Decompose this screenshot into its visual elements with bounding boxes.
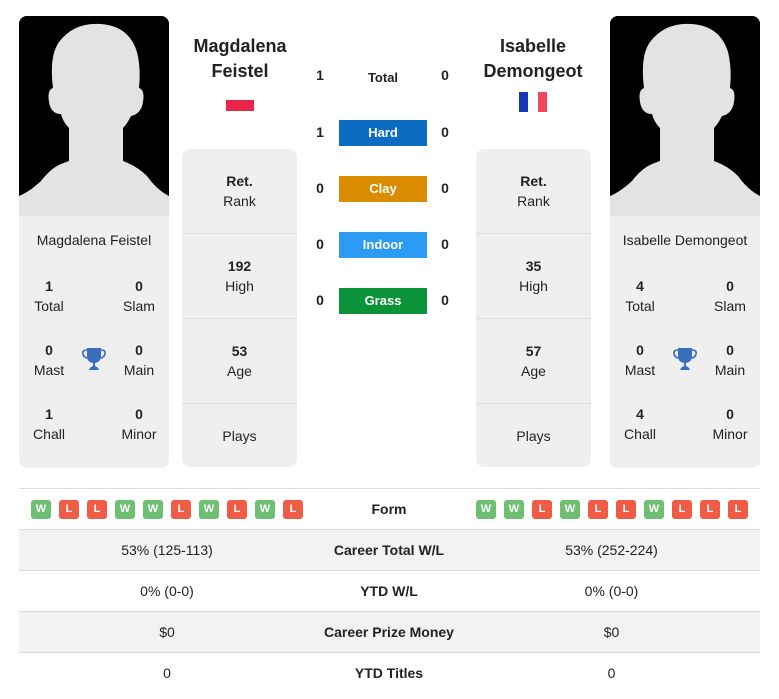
- h2h-total-right: 0: [441, 67, 449, 83]
- form-win-badge[interactable]: W: [199, 500, 219, 519]
- form-loss-badge[interactable]: L: [59, 500, 79, 519]
- player1-name[interactable]: Magdalena Feistel: [175, 34, 305, 84]
- table-row: $0 Career Prize Money $0: [19, 611, 760, 652]
- table-row: 0% (0-0) YTD W/L 0% (0-0): [19, 570, 760, 611]
- form-win-badge[interactable]: W: [255, 500, 275, 519]
- form-win-badge[interactable]: W: [115, 500, 135, 519]
- h2h-total-row: 1 Total 0: [305, 63, 465, 89]
- h2h-grass-right: 0: [441, 292, 449, 308]
- form-loss-badge[interactable]: L: [588, 500, 608, 519]
- player1-career-wl: 53% (125-113): [121, 542, 213, 558]
- h2h-hard-right: 0: [441, 124, 449, 140]
- h2h-hard-row: 1 Hard 0: [305, 120, 465, 146]
- player2-slam-titles: 0 Slam: [714, 278, 746, 314]
- form-loss-badge[interactable]: L: [171, 500, 191, 519]
- player2-mast-titles: 0 Mast: [624, 342, 656, 378]
- player2-titles: Isabelle Demongeot 4 Total 0 Slam 0 Mast…: [610, 216, 760, 468]
- silhouette-icon: [610, 16, 760, 216]
- player1-ytd-wl: 0% (0-0): [140, 583, 194, 599]
- h2h-clay-left: 0: [316, 180, 324, 196]
- player2-rank-card: Ret. Rank 35 High 57 Age Plays: [476, 149, 591, 467]
- form-loss-badge[interactable]: L: [728, 500, 748, 519]
- poland-flag-icon: [226, 100, 254, 111]
- player2-card: Isabelle Demongeot 4 Total 0 Slam 0 Mast…: [610, 16, 760, 468]
- form-loss-badge[interactable]: L: [672, 500, 692, 519]
- player2-rank: Ret. Rank: [476, 149, 591, 234]
- comparison-table: WLLWWLWLWL Form WWLWLLWLLL 53% (125-113)…: [19, 488, 760, 693]
- player1-plays: Plays: [222, 428, 257, 444]
- form-loss-badge[interactable]: L: [283, 500, 303, 519]
- h2h-hard-left: 1: [316, 124, 324, 140]
- h2h-indoor-row: 0 Indoor 0: [305, 232, 465, 258]
- player2-chall-titles: 4 Chall: [624, 406, 656, 442]
- surface-clay-badge[interactable]: Clay: [339, 176, 427, 202]
- player1-rank: Ret. Rank: [182, 149, 297, 234]
- table-row: 53% (125-113) Career Total W/L 53% (252-…: [19, 529, 760, 570]
- h2h-grass-row: 0 Grass 0: [305, 288, 465, 314]
- career-wl-label: Career Total W/L: [333, 542, 445, 558]
- player2-form: WWLWLLWLLL: [476, 500, 748, 519]
- h2h-total-left: 1: [316, 67, 324, 83]
- form-loss-badge[interactable]: L: [616, 500, 636, 519]
- form-row: WLLWWLWLWL Form WWLWLLWLLL: [19, 488, 760, 529]
- surface-hard-badge[interactable]: Hard: [339, 120, 427, 146]
- form-win-badge[interactable]: W: [644, 500, 664, 519]
- surface-indoor-badge[interactable]: Indoor: [339, 232, 427, 258]
- player1-card: Magdalena Feistel 1 Total 0 Slam 0 Mast …: [19, 16, 169, 468]
- form-loss-badge[interactable]: L: [227, 500, 247, 519]
- form-win-badge[interactable]: W: [143, 500, 163, 519]
- player2-minor-titles: 0 Minor: [712, 406, 748, 442]
- silhouette-icon: [19, 16, 169, 216]
- player1-prize-money: $0: [159, 624, 175, 640]
- surface-grass-badge[interactable]: Grass: [339, 288, 427, 314]
- player1-rank-card: Ret. Rank 192 High 53 Age Plays: [182, 149, 297, 467]
- player2-ytd-titles: 0: [607, 665, 616, 681]
- player1-ytd-titles: 0: [163, 665, 171, 681]
- player1-slam-titles: 0 Slam: [123, 278, 155, 314]
- player1-card-name: Magdalena Feistel: [36, 232, 152, 248]
- form-loss-badge[interactable]: L: [87, 500, 107, 519]
- form-loss-badge[interactable]: L: [532, 500, 552, 519]
- player2-prize-money: $0: [603, 624, 620, 640]
- player2-total-titles: 4 Total: [625, 278, 655, 314]
- player2-photo: [610, 16, 760, 216]
- form-label: Form: [371, 501, 407, 517]
- ytd-wl-label: YTD W/L: [360, 583, 418, 599]
- player1-minor-titles: 0 Minor: [121, 406, 157, 442]
- player1-form: WLLWWLWLWL: [31, 500, 303, 519]
- player1-main-titles: 0 Main: [123, 342, 155, 378]
- player2-card-name: Isabelle Demongeot: [622, 232, 748, 248]
- form-win-badge[interactable]: W: [31, 500, 51, 519]
- france-flag-icon: [519, 92, 547, 112]
- player1-titles: Magdalena Feistel 1 Total 0 Slam 0 Mast …: [19, 216, 169, 468]
- form-win-badge[interactable]: W: [560, 500, 580, 519]
- player1-age: 53 Age: [182, 319, 297, 404]
- player2-main-titles: 0 Main: [714, 342, 746, 378]
- form-loss-badge[interactable]: L: [700, 500, 720, 519]
- h2h-indoor-left: 0: [316, 236, 324, 252]
- h2h-grass-left: 0: [316, 292, 324, 308]
- prize-money-label: Career Prize Money: [324, 624, 454, 640]
- form-win-badge[interactable]: W: [476, 500, 496, 519]
- ytd-titles-label: YTD Titles: [354, 665, 424, 681]
- player2-career-wl: 53% (252-224): [565, 542, 658, 558]
- h2h-clay-row: 0 Clay 0: [305, 176, 465, 202]
- player1-chall-titles: 1 Chall: [33, 406, 65, 442]
- player2-age: 57 Age: [476, 319, 591, 404]
- h2h-clay-right: 0: [441, 180, 449, 196]
- player2-name[interactable]: Isabelle Demongeot: [468, 34, 598, 84]
- h2h-total-label: Total: [367, 70, 399, 85]
- player1-high: 192 High: [182, 234, 297, 319]
- player2-plays: Plays: [516, 428, 551, 444]
- table-row: 0 YTD Titles 0: [19, 652, 760, 693]
- player1-photo: [19, 16, 169, 216]
- form-win-badge[interactable]: W: [504, 500, 524, 519]
- player2-high: 35 High: [476, 234, 591, 319]
- h2h-indoor-right: 0: [441, 236, 449, 252]
- player1-total-titles: 1 Total: [34, 278, 64, 314]
- player1-mast-titles: 0 Mast: [33, 342, 65, 378]
- player2-ytd-wl: 0% (0-0): [584, 583, 639, 599]
